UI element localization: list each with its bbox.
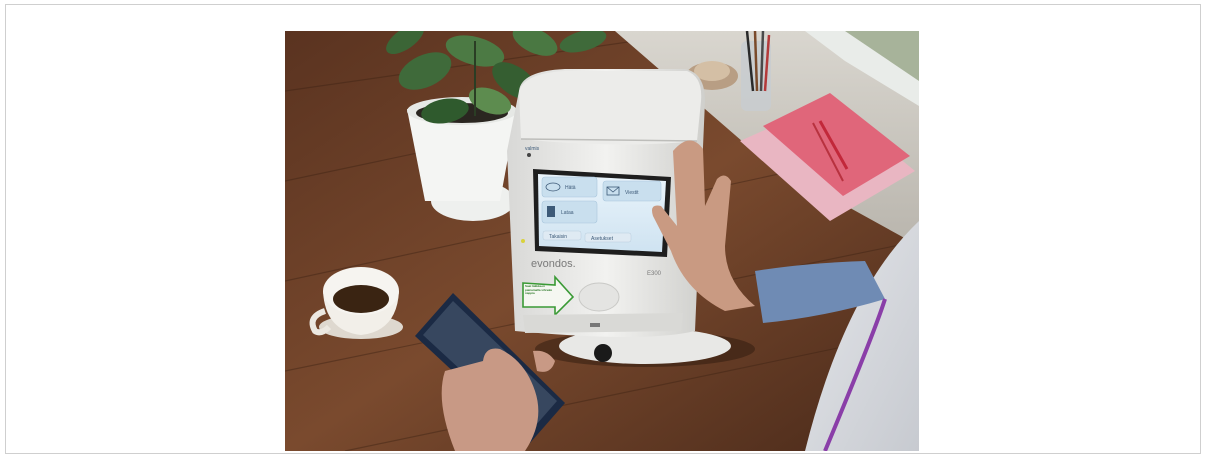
device-base-hole [594, 344, 612, 362]
device-lid [519, 71, 702, 145]
medicine-dispense-button[interactable] [578, 282, 620, 312]
download-icon [547, 206, 555, 217]
dispenser-grille [523, 313, 683, 333]
device-model-label: E300 [647, 271, 662, 277]
screen-button-asetukset-label: Asetukset [591, 236, 614, 242]
status-indicator-light [527, 153, 531, 157]
screen-button-viestit[interactable]: Viestit [602, 180, 662, 202]
screen-button-lataa-label: Lataa [561, 210, 574, 216]
screen-button-takaisin-label: Takaisin [549, 234, 567, 240]
coffee [333, 285, 389, 313]
screen-button-hata-label: Hätä [565, 185, 576, 191]
device-brand-logo: evondos. [531, 258, 576, 270]
yellow-indicator-light [521, 239, 525, 243]
indicator-label: valmis [525, 146, 540, 152]
sticker-text: Saat lääkkeen painamalla vihreää nappia [525, 285, 552, 296]
screen-button-asetukset[interactable]: Asetukset [584, 232, 632, 243]
screen-button-hata[interactable]: Hätä [541, 176, 598, 198]
image-frame: valmis Hätä Viestit Lataa Takaisin Asetu… [5, 4, 1201, 454]
dispenser-slot [590, 323, 600, 327]
product-photo: valmis Hätä Viestit Lataa Takaisin Asetu… [285, 31, 919, 451]
screen-button-lataa[interactable]: Lataa [541, 200, 598, 224]
screen-button-viestit-label: Viestit [625, 190, 639, 196]
screen-button-takaisin[interactable]: Takaisin [542, 230, 582, 241]
photo-scene: valmis Hätä Viestit Lataa Takaisin Asetu… [285, 31, 919, 451]
